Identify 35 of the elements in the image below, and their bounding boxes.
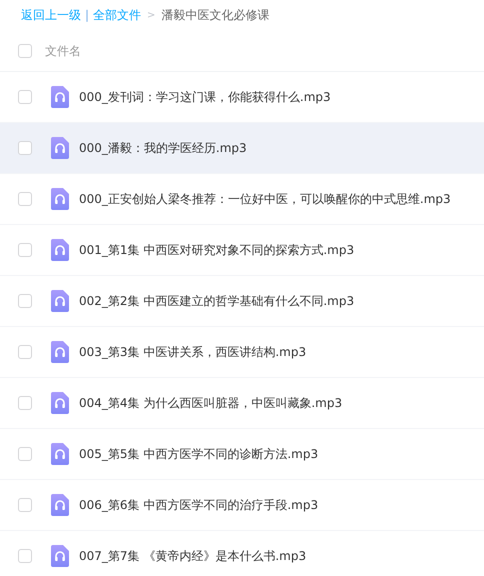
audio-file-icon <box>51 137 69 159</box>
file-name[interactable]: 001_第1集 中西医对研究对象不同的探索方式.mp3 <box>79 241 354 259</box>
audio-file-icon <box>51 443 69 465</box>
file-name[interactable]: 002_第2集 中西医建立的哲学基础有什么不同.mp3 <box>79 292 354 310</box>
file-name[interactable]: 004_第4集 为什么西医叫脏器，中医叫藏象.mp3 <box>79 394 342 412</box>
audio-file-icon <box>51 545 69 567</box>
checkbox[interactable] <box>18 396 32 410</box>
file-name[interactable]: 003_第3集 中医讲关系，西医讲结构.mp3 <box>79 343 306 361</box>
file-name[interactable]: 000_潘毅：我的学医经历.mp3 <box>79 139 247 157</box>
checkbox[interactable] <box>18 294 32 308</box>
audio-file-icon <box>51 341 69 363</box>
checkbox[interactable] <box>18 243 32 257</box>
file-name[interactable]: 000_发刊词：学习这门课，你能获得什么.mp3 <box>79 88 331 106</box>
breadcrumb-arrow: > <box>146 8 156 22</box>
audio-file-icon <box>51 290 69 312</box>
file-name[interactable]: 006_第6集 中西方医学不同的治疗手段.mp3 <box>79 496 318 514</box>
checkbox[interactable] <box>18 447 32 461</box>
breadcrumb-current: 潘毅中医文化必修课 <box>161 7 270 24</box>
separator: | <box>85 7 90 24</box>
checkbox[interactable] <box>18 345 32 359</box>
checkbox[interactable] <box>18 498 32 512</box>
checkbox[interactable] <box>18 192 32 206</box>
checkbox[interactable] <box>18 141 32 155</box>
checkbox[interactable] <box>18 90 32 104</box>
audio-file-icon <box>51 392 69 414</box>
audio-file-icon <box>51 494 69 516</box>
file-name[interactable]: 007_第7集 《黄帝内经》是本什么书.mp3 <box>79 547 306 565</box>
audio-file-icon <box>51 86 69 108</box>
file-name[interactable]: 005_第5集 中西方医学不同的诊断方法.mp3 <box>79 445 318 463</box>
audio-file-icon <box>51 188 69 210</box>
checkbox[interactable] <box>18 549 32 563</box>
audio-file-icon <box>51 239 69 261</box>
file-row[interactable]: 000_潘毅：我的学医经历.mp3 <box>0 123 484 174</box>
file-name[interactable]: 000_正安创始人梁冬推荐：一位好中医，可以唤醒你的中式思维.mp3 <box>79 190 451 208</box>
checkbox[interactable] <box>18 44 32 58</box>
